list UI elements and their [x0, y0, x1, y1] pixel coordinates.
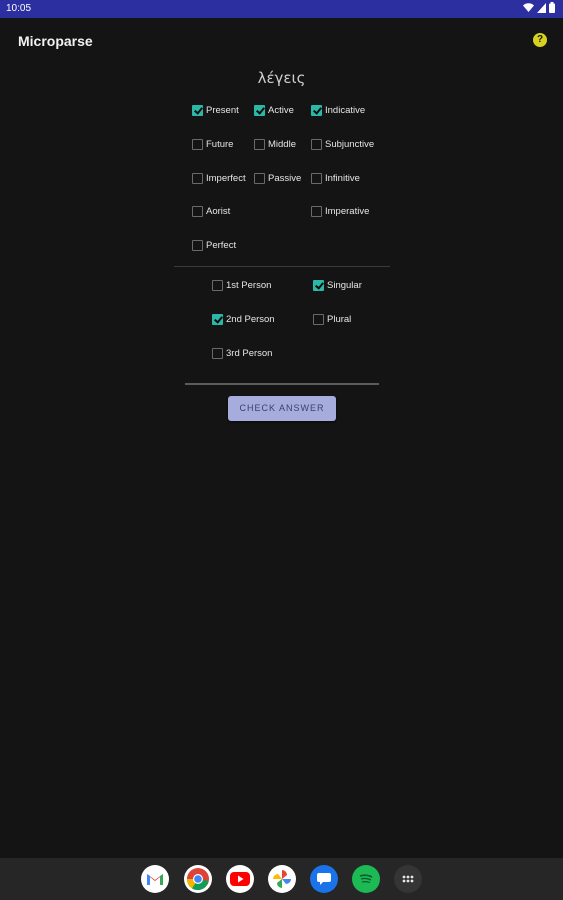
check-answer-button[interactable]: CHECK ANSWER [228, 396, 336, 421]
cell-signal-icon [537, 2, 546, 13]
section-divider [174, 266, 390, 267]
checkbox-label: Aorist [206, 205, 231, 217]
checkbox-box[interactable] [212, 313, 223, 325]
checkbox-box[interactable] [313, 313, 324, 325]
checkbox-box[interactable] [311, 138, 322, 150]
checkbox-label: Middle [268, 138, 296, 150]
checkbox-indicative[interactable]: Indicative [311, 102, 365, 118]
checkbox-box[interactable] [311, 104, 322, 116]
checkbox-label: Indicative [325, 104, 366, 116]
checkbox-active[interactable]: Active [254, 102, 294, 118]
status-bar: 10:05 [0, 0, 563, 18]
gmail-icon[interactable] [141, 865, 169, 893]
checkbox-box[interactable] [212, 347, 223, 359]
app-bar: Microparse ? [0, 18, 563, 62]
checkbox-subjunctive[interactable]: Subjunctive [311, 136, 374, 152]
checkbox-imperative[interactable]: Imperative [311, 203, 369, 219]
greek-word: λέγεις [257, 69, 306, 87]
checkbox-box[interactable] [254, 172, 265, 184]
checkbox-plural[interactable]: Plural [313, 311, 351, 327]
app-title: Microparse [18, 33, 93, 49]
checkbox-1st-person[interactable]: 1st Person [212, 277, 271, 293]
checkbox-label: Subjunctive [325, 138, 375, 150]
section-divider [185, 383, 379, 385]
checkbox-box[interactable] [192, 172, 203, 184]
app-drawer-icon[interactable] [394, 865, 422, 893]
checkbox-box[interactable] [192, 205, 203, 217]
checkbox-box[interactable] [311, 205, 322, 217]
taskbar [0, 858, 563, 900]
checkbox-passive[interactable]: Passive [254, 170, 301, 186]
youtube-icon[interactable] [226, 865, 254, 893]
checkbox-box[interactable] [313, 279, 324, 291]
checkbox-aorist[interactable]: Aorist [192, 203, 230, 219]
checkbox-label: Perfect [206, 239, 237, 251]
checkbox-box[interactable] [192, 138, 203, 150]
photos-icon[interactable] [268, 865, 296, 893]
checkbox-3rd-person[interactable]: 3rd Person [212, 345, 272, 361]
spotify-icon[interactable] [352, 865, 380, 893]
chrome-icon[interactable] [184, 865, 212, 893]
checkbox-box[interactable] [192, 239, 203, 251]
messages-icon[interactable] [310, 865, 338, 893]
checkbox-label: Singular [327, 279, 362, 291]
checkbox-box[interactable] [311, 172, 322, 184]
checkbox-label: Future [206, 138, 234, 150]
status-time: 10:05 [6, 3, 32, 14]
checkbox-label: Infinitive [325, 172, 360, 184]
checkbox-label: Active [268, 104, 294, 116]
checkbox-box[interactable] [192, 104, 203, 116]
battery-icon [549, 2, 555, 13]
checkbox-imperfect[interactable]: Imperfect [192, 170, 246, 186]
wifi-icon [523, 2, 534, 12]
checkbox-box[interactable] [254, 104, 265, 116]
checkbox-2nd-person[interactable]: 2nd Person [212, 311, 275, 327]
checkbox-label: Plural [327, 313, 352, 325]
checkbox-label: Imperfect [206, 172, 246, 184]
checkbox-middle[interactable]: Middle [254, 136, 296, 152]
checkbox-perfect[interactable]: Perfect [192, 237, 236, 253]
checkbox-box[interactable] [212, 279, 223, 291]
checkbox-singular[interactable]: Singular [313, 277, 362, 293]
checkbox-label: Imperative [325, 205, 370, 217]
checkbox-label: 1st Person [226, 279, 272, 291]
checkbox-label: 2nd Person [226, 313, 275, 325]
checkbox-future[interactable]: Future [192, 136, 233, 152]
help-icon[interactable]: ? [533, 33, 547, 47]
checkbox-label: Present [206, 104, 239, 116]
checkbox-box[interactable] [254, 138, 265, 150]
checkbox-present[interactable]: Present [192, 102, 239, 118]
checkbox-infinitive[interactable]: Infinitive [311, 170, 360, 186]
checkbox-label: Passive [268, 172, 302, 184]
checkbox-label: 3rd Person [226, 347, 273, 359]
status-icons [523, 2, 555, 13]
